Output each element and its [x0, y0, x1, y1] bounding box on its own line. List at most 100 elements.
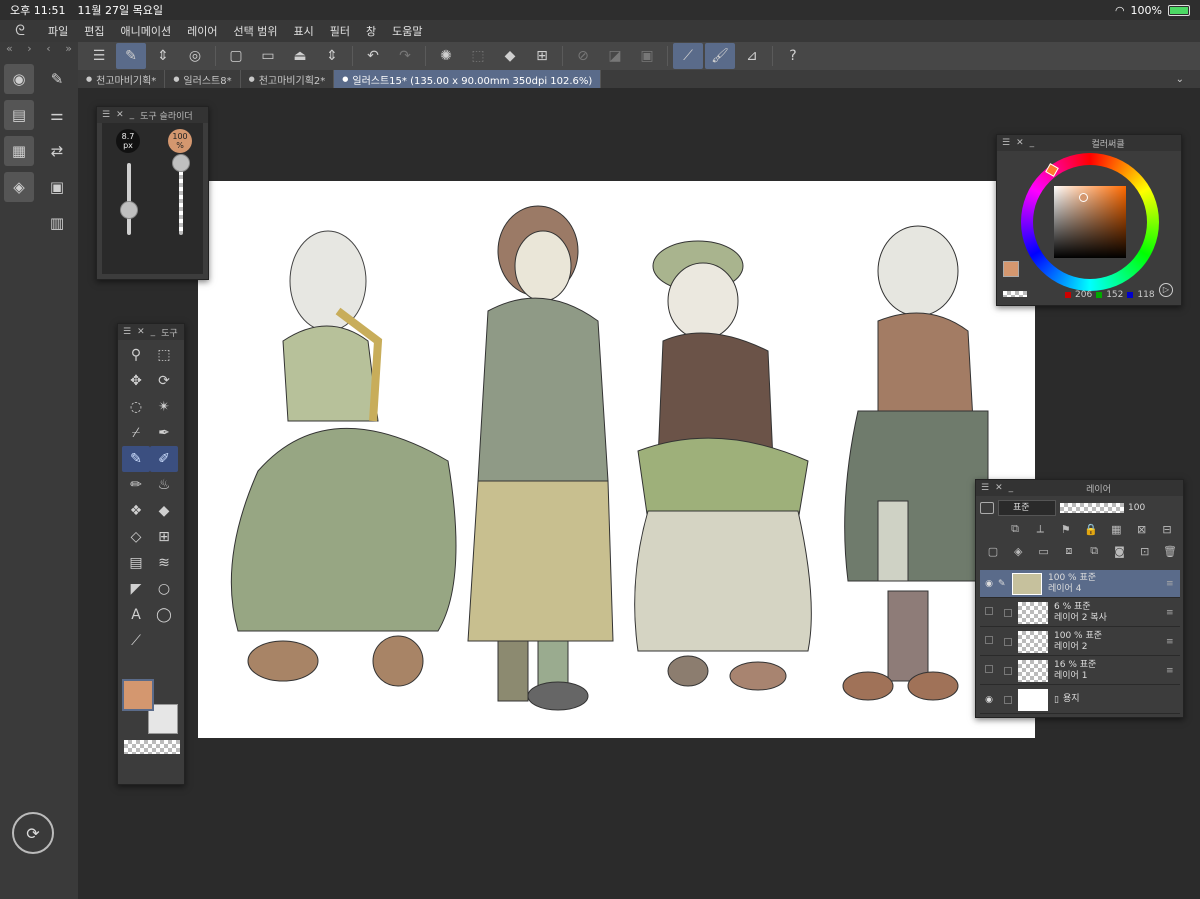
redo-icon[interactable]: ↷ — [390, 43, 420, 69]
selection-border-icon[interactable]: ▣ — [632, 43, 662, 69]
minimize-icon[interactable]: _ — [151, 327, 156, 337]
open-file-icon[interactable]: ▭ — [253, 43, 283, 69]
duplicate-layer-icon[interactable]: ⧉ — [1085, 542, 1103, 560]
magic-wand-icon[interactable]: ✴ — [150, 394, 178, 420]
transparent-color-swatch[interactable] — [124, 740, 180, 754]
brush-icon[interactable]: ♨ — [150, 472, 178, 498]
menu-animation[interactable]: 애니메이션 — [113, 23, 180, 39]
layer-row[interactable]: 16 % 표준 레이어 1 ≡ — [980, 657, 1180, 685]
zoom-icon[interactable]: ⚲ — [122, 342, 150, 368]
transform-icon[interactable]: ⊞ — [527, 43, 557, 69]
layer-row[interactable]: 100 % 표준 레이어 2 ≡ — [980, 628, 1180, 656]
eyedropper-icon[interactable]: ⌿ — [122, 420, 150, 446]
new-vector-layer-icon[interactable]: ◈ — [1009, 542, 1027, 560]
eraser-icon[interactable]: ◇ — [122, 524, 150, 550]
merge-down-icon[interactable]: ⧈ — [1060, 542, 1078, 560]
object-icon[interactable]: ⬚ — [150, 342, 178, 368]
close-icon[interactable]: ✕ — [137, 327, 145, 337]
tab-doc-1[interactable]: ● 천고마비기획* — [78, 70, 166, 88]
brush-settings-icon[interactable]: ✎ — [42, 64, 72, 94]
menu-file[interactable]: 파일 — [40, 23, 76, 39]
eye-off-icon[interactable] — [980, 665, 998, 676]
new-raster-layer-icon[interactable]: ▢ — [984, 542, 1002, 560]
layer-check[interactable] — [1004, 695, 1012, 704]
balloon-icon[interactable]: ◯ — [150, 602, 178, 628]
grid-icon[interactable]: ⊞ — [150, 524, 178, 550]
invert-selection-icon[interactable]: ◪ — [600, 43, 630, 69]
brush-size-track[interactable] — [127, 163, 131, 235]
pen-blue-icon[interactable]: ✐ — [150, 446, 178, 472]
close-icon[interactable]: ✕ — [116, 110, 124, 120]
fill-bucket-icon[interactable]: ◆ — [495, 43, 525, 69]
app-logo-icon[interactable]: ᘓ — [0, 23, 40, 39]
fill-icon[interactable]: ◆ — [150, 498, 178, 524]
panel-grip-icon[interactable]: ☰ — [981, 483, 989, 493]
current-color-swatch[interactable] — [1003, 261, 1019, 277]
apply-mask-icon[interactable]: ⊡ — [1136, 542, 1154, 560]
layer-reference-icon[interactable]: ⟂ — [1031, 520, 1049, 538]
rotate-canvas-button[interactable]: ⟳ — [12, 812, 54, 854]
loading-icon[interactable]: ✺ — [431, 43, 461, 69]
edit-mode-icon[interactable]: ✎ — [116, 43, 146, 69]
text-icon[interactable]: A — [122, 602, 150, 628]
eye-off-icon[interactable] — [980, 607, 998, 618]
menu-hamburger-icon[interactable]: ☰ — [84, 43, 114, 69]
blend-icon[interactable]: ❖ — [122, 498, 150, 524]
minimize-icon[interactable]: _ — [1030, 138, 1035, 148]
main-color-swatch[interactable] — [122, 679, 154, 711]
close-icon[interactable]: ✕ — [995, 483, 1003, 493]
layer-check[interactable] — [1004, 608, 1012, 617]
tool-button-icon[interactable]: ◉ — [4, 64, 34, 94]
drawing-canvas[interactable] — [198, 181, 1035, 738]
circle-icon[interactable]: ○ — [150, 576, 178, 602]
layer-row[interactable]: ◉ ▯ 용지 — [980, 686, 1180, 714]
pencil-icon[interactable]: ✏ — [122, 472, 150, 498]
pen-nib-icon[interactable]: ✒ — [150, 420, 178, 446]
layer-handle-icon[interactable]: ≡ — [1166, 608, 1180, 618]
layer-handle-icon[interactable]: ≡ — [1166, 666, 1180, 676]
layer-draft-icon[interactable]: ⚑ — [1057, 520, 1075, 538]
panel-grip-icon[interactable]: ☰ — [1002, 138, 1010, 148]
tab-doc-2[interactable]: ● 일러스트8* — [165, 70, 241, 88]
layer-mask-off-icon[interactable]: ⊟ — [1158, 520, 1176, 538]
undo-icon[interactable]: ↶ — [358, 43, 388, 69]
figure-icon[interactable]: ≋ — [150, 550, 178, 576]
deselect-icon[interactable]: ⊘ — [568, 43, 598, 69]
line-icon[interactable]: ⟋ — [122, 628, 150, 654]
layer-clip-icon[interactable]: ⧉ — [1006, 520, 1024, 538]
brush-opacity-slider[interactable] — [172, 154, 190, 172]
delete-layer-icon[interactable]: 🗑 — [1161, 542, 1179, 560]
eye-icon[interactable]: ◉ — [980, 579, 998, 589]
sub-tool-panel-icon[interactable]: ▦ — [4, 136, 34, 166]
saturation-value-box[interactable] — [1054, 186, 1126, 258]
close-icon[interactable]: ✕ — [1016, 138, 1024, 148]
help-icon[interactable]: ? — [778, 43, 808, 69]
eye-icon[interactable]: ◉ — [980, 695, 998, 705]
menu-window[interactable]: 창 — [358, 23, 384, 39]
property-panel-icon[interactable]: ▤ — [4, 100, 34, 130]
layer-panel-icon[interactable]: ◈ — [4, 172, 34, 202]
opacity-slider[interactable] — [1060, 503, 1124, 513]
rotate-icon[interactable]: ⟳ — [150, 368, 178, 394]
pen-icon[interactable]: ✎ — [122, 446, 150, 472]
menu-view[interactable]: 표시 — [285, 23, 321, 39]
move-icon[interactable]: ✥ — [122, 368, 150, 394]
layer-lock-transparent-icon[interactable]: ▦ — [1107, 520, 1125, 538]
panel-grip-icon[interactable]: ☰ — [102, 110, 110, 120]
timeline-icon[interactable]: ▥ — [42, 208, 72, 238]
menu-layer[interactable]: 레이어 — [179, 23, 225, 39]
layer-handle-icon[interactable]: ≡ — [1166, 637, 1180, 647]
snap-brush-icon[interactable]: 🖌 — [705, 43, 735, 69]
layer-mask-add-icon[interactable]: ◙ — [1110, 542, 1128, 560]
transparent-swatch[interactable] — [1003, 291, 1027, 297]
chevron-down-icon[interactable]: ⌄ — [1176, 74, 1184, 85]
brush-size-slider[interactable] — [120, 200, 138, 219]
layer-handle-icon[interactable]: ≡ — [1166, 579, 1180, 589]
menu-selection[interactable]: 선택 범위 — [225, 23, 285, 39]
blend-mode-select[interactable]: 표준 — [998, 500, 1056, 516]
layer-check[interactable] — [1004, 637, 1012, 646]
layer-row[interactable]: 6 % 표준 레이어 2 복사 ≡ — [980, 599, 1180, 627]
tab-doc-4[interactable]: ● 일러스트15* (135.00 x 90.00mm 350dpi 102.6%… — [334, 70, 602, 88]
layer-row[interactable]: ◉ ✎ 100 % 표준 레이어 4 ≡ — [980, 570, 1180, 598]
layer-mask-icon[interactable]: ⊠ — [1133, 520, 1151, 538]
